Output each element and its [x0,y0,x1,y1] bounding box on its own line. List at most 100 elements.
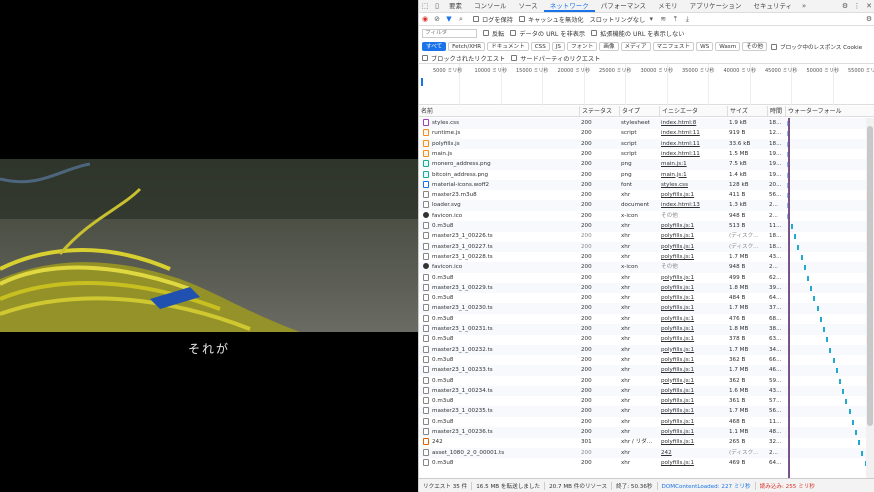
network-overview-timeline[interactable]: 5000 ミリ秒 10000 ミリ秒 15000 ミリ秒 20000 ミリ秒 25000… [419,63,874,106]
cell-init[interactable]: polyfills.js:1 [661,244,694,250]
table-row[interactable]: master23_1_00234.ts 200 xhr polyfills.js:1 1… [419,385,867,397]
chip-ws[interactable]: WS [696,42,714,51]
table-row[interactable]: master23_1_00227.ts 200 xhr polyfills.js:1 (… [419,241,867,253]
chip-image[interactable]: 画像 [599,42,619,51]
table-row[interactable]: master23_1_00236.ts 200 xhr polyfills.js:1 1… [419,427,867,438]
cell-init[interactable]: polyfills.js:1 [661,388,694,394]
table-row[interactable]: master23_1_00233.ts 200 xhr polyfills.js:1 1… [419,365,867,376]
cell-init[interactable]: polyfills.js:1 [661,378,694,384]
table-row[interactable]: 0.m3u8 200 xhr polyfills.js:1 468 B 11... [419,417,867,428]
filter-input[interactable] [422,28,477,38]
table-row[interactable]: master23.m3u8 200 xhr polyfills.js:1 411 B 56… [419,190,867,201]
chevron-down-icon[interactable]: ▾ [646,14,656,24]
download-icon[interactable]: ⤓ [682,14,692,24]
tab-console[interactable]: コンソール [468,0,513,12]
close-icon[interactable]: ✕ [864,1,874,11]
hide-extension-urls-checkbox[interactable] [591,30,598,36]
cell-init[interactable]: main.js:1 [661,172,687,178]
cell-init[interactable]: polyfills.js:1 [661,347,694,353]
cell-init[interactable]: index.html:11 [661,130,700,136]
tab-sources[interactable]: ソース [513,0,544,12]
table-scrollbar[interactable] [866,118,874,478]
table-row[interactable]: 0.m3u8 200 xhr polyfills.js:1 362 B 59... [419,376,867,387]
column-name[interactable]: 名前 [419,106,579,117]
invert-checkbox[interactable] [483,30,489,36]
table-row[interactable]: master23_1_00226.ts 200 xhr polyfills.js:1 (… [419,231,867,242]
network-settings-icon[interactable]: ⚙ [864,14,874,24]
cell-init[interactable]: polyfills.js:1 [661,357,694,363]
upload-icon[interactable]: ⤒ [670,14,680,24]
cell-init[interactable]: polyfills.js:1 [661,419,694,425]
blocked-requests-checkbox[interactable] [422,55,428,61]
cell-init[interactable]: index.html:11 [661,141,700,147]
table-row[interactable]: polyfills.js 200 script index.html:11 33.6 k… [419,138,867,150]
chip-css[interactable]: CSS [530,42,550,51]
cell-init[interactable]: polyfills.js:1 [661,233,694,239]
table-row[interactable]: 0.m3u8 200 xhr polyfills.js:1 476 B 68... [419,314,867,325]
chip-other[interactable]: その他 [742,42,767,51]
table-row[interactable]: runtime.js 200 script index.html:11 919 B 12.… [419,128,867,139]
chip-fetch-xhr[interactable]: Fetch/XHR [448,42,486,51]
disable-cache-checkbox[interactable] [518,16,525,22]
table-row[interactable]: master23_1_00229.ts 200 xhr polyfills.js:1 1… [419,282,867,294]
chip-manifest[interactable]: マニフェスト [652,42,695,51]
cell-init[interactable]: polyfills.js:1 [661,408,694,414]
cell-init[interactable]: polyfills.js:1 [661,398,694,404]
chip-document[interactable]: ドキュメント [487,42,529,51]
cell-init[interactable]: その他 [661,213,678,219]
cell-init[interactable]: polyfills.js:1 [661,367,694,373]
tab-elements[interactable]: 要素 [443,0,468,12]
cell-init[interactable]: polyfills.js:1 [661,192,694,198]
settings-gear-icon[interactable]: ⚙ [840,1,850,11]
table-row[interactable]: favicon.ico 200 x-icon その他 948 B 2... [419,211,867,222]
table-row[interactable]: 0.m3u8 200 xhr polyfills.js:1 361 B 57... [419,396,867,407]
third-party-checkbox[interactable] [511,55,518,61]
tab-memory[interactable]: メモリ [652,0,684,12]
cell-init[interactable]: polyfills.js:1 [661,295,694,301]
table-row[interactable]: favicon.ico 200 x-icon その他 948 B 2... [419,262,867,273]
cell-init[interactable]: styles.css [661,182,688,188]
table-row[interactable]: 242 301 xhr / リダ... polyfills.js:1 265 B 32..… [419,437,867,448]
clear-icon[interactable]: ⊘ [432,14,442,24]
table-row[interactable]: master23_1_00228.ts 200 xhr polyfills.js:1 1… [419,252,867,263]
table-row[interactable]: master23_1_00235.ts 200 xhr polyfills.js:1 1… [419,406,867,417]
cell-init[interactable]: main.js:1 [661,161,687,167]
cell-init[interactable]: 242 [661,450,672,456]
chip-media[interactable]: メディア [620,42,651,51]
table-row[interactable]: bitcoin_address.png 200 png main.js:1 1.4 kB… [419,170,867,181]
cell-init[interactable]: polyfills.js:1 [661,460,694,466]
device-toolbar-icon[interactable]: ▯ [432,1,442,11]
chip-font[interactable]: フォント [566,42,598,51]
cell-init[interactable]: index.html:13 [661,202,700,208]
table-row[interactable]: asset_1080_2_0_00001.ts 200 xhr 242 (ディスク...… [419,447,867,459]
table-row[interactable]: 0.m3u8 200 xhr polyfills.js:1 484 B 64... [419,293,867,304]
table-row[interactable]: 0.m3u8 200 xhr polyfills.js:1 499 B 62... [419,273,867,284]
cell-init[interactable]: polyfills.js:1 [661,326,694,332]
column-waterfall[interactable]: ウォーターフォール [785,106,874,117]
cell-init[interactable]: polyfills.js:1 [661,275,694,281]
preserve-log-checkbox[interactable] [473,16,479,22]
wifi-icon[interactable]: ≋ [658,14,668,24]
cell-init[interactable]: index.html:11 [661,151,700,157]
more-tabs-icon[interactable]: » [799,1,809,11]
cell-init[interactable]: polyfills.js:1 [661,336,694,342]
table-row[interactable]: monero_address.png 200 png main.js:1 7.5 kB 1… [419,159,867,170]
table-row[interactable]: main.js 200 script index.html:11 1.5 MB 19... [419,149,867,160]
blocked-cookies-checkbox[interactable] [770,43,777,50]
chip-all[interactable]: すべて [422,42,447,51]
cell-init[interactable]: polyfills.js:1 [661,223,694,229]
throttle-select[interactable]: スロットリングなし [590,15,646,24]
cell-init[interactable]: polyfills.js:1 [661,439,694,445]
table-row[interactable]: 0.m3u8 200 xhr polyfills.js:1 513 B 11... [419,221,867,232]
cell-init[interactable]: polyfills.js:1 [661,429,694,435]
search-icon[interactable]: ⌕ [456,14,466,24]
table-row[interactable]: 0.m3u8 200 xhr polyfills.js:1 378 B 63... [419,334,867,345]
tab-application[interactable]: アプリケーション [684,0,748,12]
column-type[interactable]: タイプ [619,106,659,117]
cell-init[interactable]: polyfills.js:1 [661,285,694,291]
chip-js[interactable]: JS [551,42,565,51]
more-options-icon[interactable]: ⋮ [852,1,862,11]
column-size[interactable]: サイズ [727,106,767,117]
cell-init[interactable]: polyfills.js:1 [661,254,694,260]
inspect-element-icon[interactable]: ⬚ [420,1,430,11]
